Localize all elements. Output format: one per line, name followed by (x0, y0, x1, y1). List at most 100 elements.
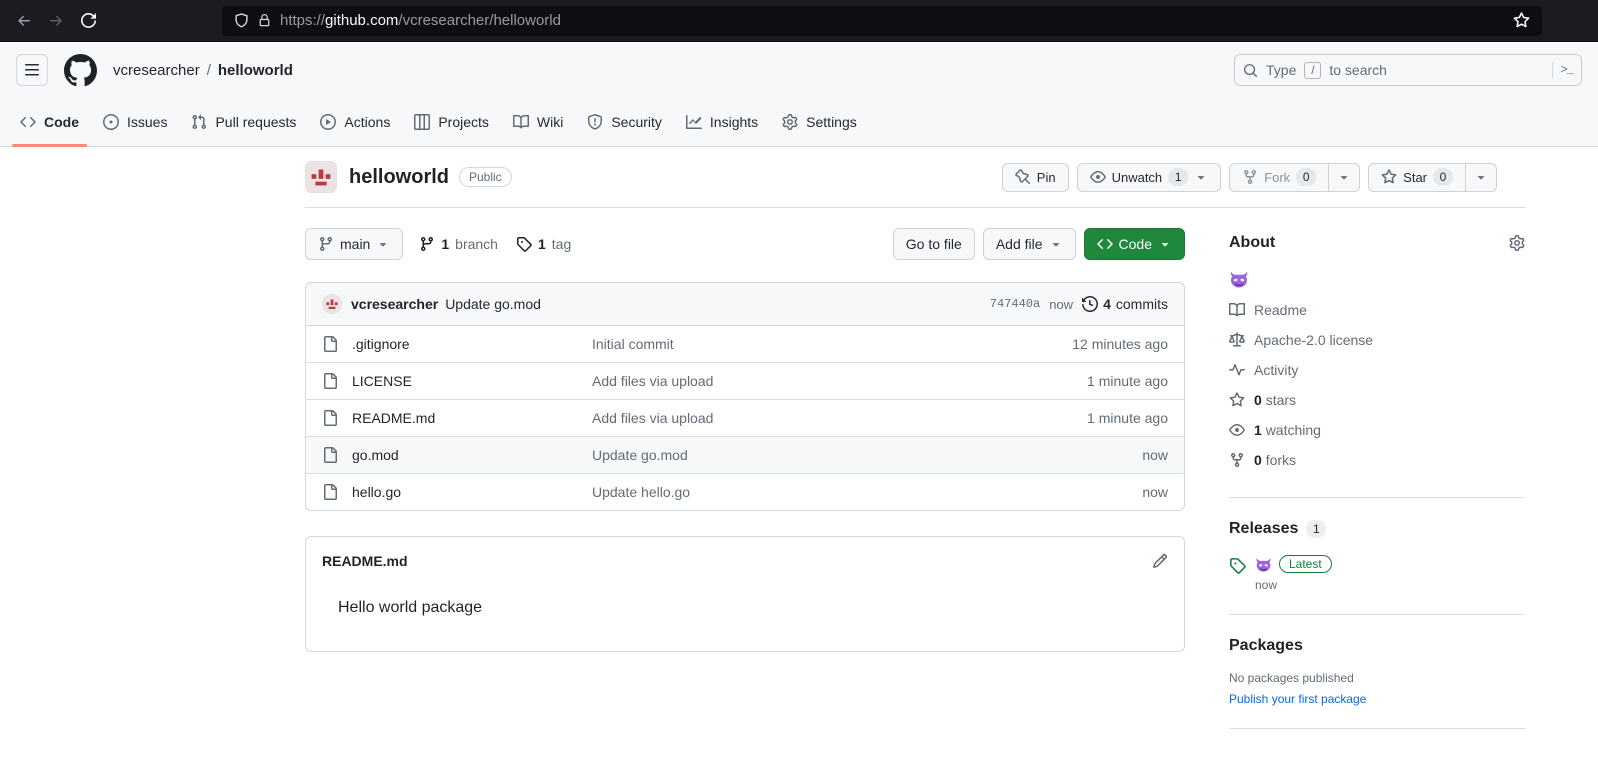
github-logo[interactable] (64, 54, 97, 87)
address-bar[interactable]: https://github.com/vcresearcher/hellowor… (222, 6, 1542, 36)
git-branch-icon (320, 237, 332, 251)
tags-link[interactable]: 1 tag (516, 236, 571, 252)
chevron-down-icon (1198, 176, 1204, 179)
table-row: LICENSE Add files via upload 1 minute ag… (306, 362, 1184, 399)
packages-title: Packages (1229, 637, 1525, 655)
pulse-icon (1229, 364, 1245, 375)
stars-label: stars (1266, 392, 1296, 408)
tag-count: 1 (538, 236, 546, 252)
commit-count-number: 4 (1103, 296, 1111, 312)
pin-button[interactable]: Pin (1002, 163, 1069, 192)
file-link[interactable]: README.md (352, 410, 592, 426)
url-text[interactable]: https://github.com/vcresearcher/hellowor… (280, 12, 561, 29)
star-button[interactable]: Star 0 (1368, 163, 1465, 192)
tab-security[interactable]: Security (579, 98, 670, 146)
go-to-file-button[interactable]: Go to file (893, 228, 975, 260)
search-divider (1552, 62, 1553, 78)
tracking-shield-icon[interactable] (234, 13, 249, 28)
code-dropdown-button[interactable]: Code (1084, 228, 1185, 260)
browser-back-button[interactable] (8, 5, 40, 37)
tag-count-label: tag (552, 236, 571, 252)
license-link[interactable]: Apache-2.0 license (1229, 325, 1525, 355)
tab-actions[interactable]: Actions (312, 98, 398, 146)
star-dropdown-button[interactable] (1465, 163, 1497, 192)
forks-link[interactable]: 0 forks (1229, 445, 1525, 475)
publish-package-link[interactable]: Publish your first package (1229, 692, 1366, 706)
book-icon (513, 115, 529, 128)
commit-hash-link[interactable]: 747440a (990, 297, 1040, 311)
file-commit-message[interactable]: Update hello.go (592, 484, 1142, 500)
commit-author-avatar[interactable] (322, 294, 342, 314)
unwatch-label: Unwatch (1112, 170, 1163, 185)
chevron-down-icon (1478, 176, 1484, 179)
table-row: go.mod Update go.mod now (306, 436, 1184, 473)
add-file-button[interactable]: Add file (983, 228, 1076, 260)
url-domain: github.com (325, 12, 398, 29)
releases-title[interactable]: Releases (1229, 520, 1298, 538)
tab-issues[interactable]: Issues (95, 98, 175, 146)
hamburger-menu-button[interactable] (16, 54, 48, 86)
unwatch-button[interactable]: Unwatch 1 (1077, 163, 1222, 192)
about-title: About (1229, 234, 1275, 252)
search-input[interactable]: Type / to search >_ (1234, 54, 1582, 86)
tab-label: Wiki (537, 114, 563, 130)
activity-link[interactable]: Activity (1229, 355, 1525, 385)
breadcrumb-repo-link[interactable]: helloworld (218, 62, 293, 79)
repo-title[interactable]: helloworld (349, 166, 449, 189)
repo-avatar (305, 161, 337, 193)
file-icon (324, 410, 337, 426)
commit-message-link[interactable]: Update go.mod (445, 296, 541, 312)
pencil-icon[interactable] (1152, 553, 1168, 569)
table-row: README.md Add files via upload 1 minute … (306, 399, 1184, 436)
breadcrumb-owner-link[interactable]: vcresearcher (113, 62, 200, 79)
lock-icon[interactable] (258, 14, 271, 27)
file-link[interactable]: hello.go (352, 484, 592, 500)
command-palette-icon[interactable]: >_ (1561, 63, 1573, 77)
book-icon (1229, 303, 1245, 316)
file-commit-message[interactable]: Initial commit (592, 336, 1072, 352)
play-icon (320, 114, 336, 130)
tab-projects[interactable]: Projects (406, 98, 497, 146)
watching-link[interactable]: 1 watching (1229, 415, 1525, 445)
eye-icon (1090, 171, 1106, 183)
browser-forward-button[interactable] (40, 5, 72, 37)
code-button-label: Code (1119, 236, 1152, 252)
latest-release-link[interactable]: Latest now (1229, 555, 1525, 592)
search-icon (1243, 63, 1258, 78)
issue-opened-icon (103, 114, 119, 130)
file-link[interactable]: go.mod (352, 447, 592, 463)
fork-dropdown-button[interactable] (1328, 163, 1360, 192)
stars-link[interactable]: 0 stars (1229, 385, 1525, 415)
file-commit-message[interactable]: Add files via upload (592, 373, 1087, 389)
about-settings-gear-icon[interactable] (1509, 235, 1525, 251)
file-link[interactable]: LICENSE (352, 373, 592, 389)
file-commit-message[interactable]: Add files via upload (592, 410, 1087, 426)
bookmark-star-icon[interactable] (1513, 12, 1530, 29)
add-file-label: Add file (996, 236, 1043, 252)
tab-code[interactable]: Code (12, 98, 87, 146)
tab-label: Issues (127, 114, 167, 130)
commit-author-link[interactable]: vcresearcher (351, 296, 438, 312)
tab-insights[interactable]: Insights (678, 98, 766, 146)
branches-link[interactable]: 1 branch (419, 236, 498, 252)
readme-title[interactable]: README.md (322, 553, 408, 569)
chevron-down-icon (1052, 243, 1058, 246)
release-time: now (1255, 578, 1332, 592)
breadcrumb-separator: / (207, 62, 211, 79)
browser-reload-button[interactable] (72, 5, 104, 37)
file-commit-time: now (1142, 484, 1168, 500)
file-link[interactable]: .gitignore (352, 336, 592, 352)
tab-pull-requests[interactable]: Pull requests (183, 98, 304, 146)
readme-link[interactable]: Readme (1229, 295, 1525, 325)
tab-label: Insights (710, 114, 758, 130)
tab-label: Actions (344, 114, 390, 130)
pull-request-icon (193, 115, 207, 129)
latest-commit-bar: vcresearcher Update go.mod 747440a now 4… (306, 283, 1184, 325)
tab-settings[interactable]: Settings (774, 98, 865, 146)
commit-history-link[interactable]: 4 commits (1082, 296, 1168, 312)
branch-selector-button[interactable]: main (305, 228, 403, 260)
fork-button[interactable]: Fork 0 (1229, 163, 1328, 192)
go-to-file-label: Go to file (906, 236, 962, 252)
tab-wiki[interactable]: Wiki (505, 98, 571, 146)
file-commit-message[interactable]: Update go.mod (592, 447, 1142, 463)
